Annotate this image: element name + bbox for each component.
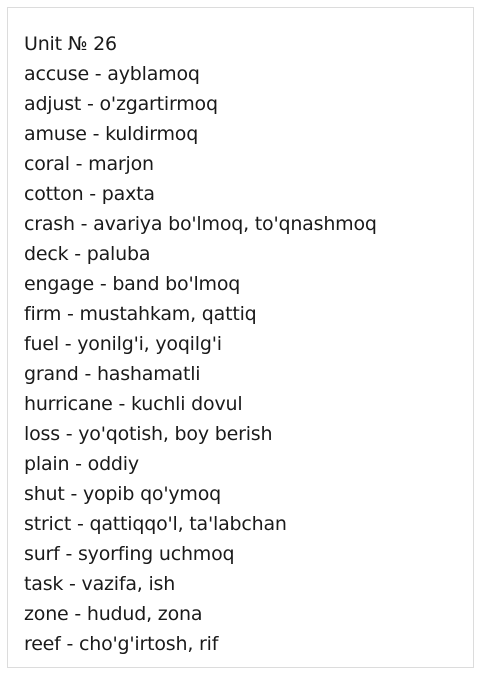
vocab-entry: plain - oddiy — [24, 453, 139, 475]
vocab-entry: crash - avariya bo'lmoq, to'qnashmoq — [24, 213, 377, 235]
unit-title: Unit № 26 — [24, 33, 117, 55]
vocab-entry: adjust - o'zgartirmoq — [24, 93, 218, 115]
vocab-entry: hurricane - kuchli dovul — [24, 393, 243, 415]
vocab-entry: strict - qattiqqo'l, ta'labchan — [24, 513, 287, 535]
vocab-entry: loss - yo'qotish, boy berish — [24, 423, 273, 445]
vocab-entry: deck - paluba — [24, 243, 151, 265]
vocab-entry: engage - band bo'lmoq — [24, 273, 241, 295]
vocab-entry: grand - hashamatli — [24, 363, 201, 385]
vocab-entry: task - vazifa, ish — [24, 573, 176, 595]
vocab-entry: cotton - paxta — [24, 183, 155, 205]
vocab-entry: shut - yopib qo'ymoq — [24, 483, 222, 505]
vocab-entry: zone - hudud, zona — [24, 603, 203, 625]
vocab-entry: coral - marjon — [24, 153, 154, 175]
vocab-entry: reef - cho'g'irtosh, rif — [24, 633, 219, 655]
vocab-entry: firm - mustahkam, qattiq — [24, 303, 257, 325]
vocab-entry: fuel - yonilg'i, yoqilg'i — [24, 333, 222, 355]
vocab-entry: accuse - ayblamoq — [24, 63, 200, 85]
vocabulary-card: Unit № 26 accuse - ayblamoq adjust - o'z… — [7, 7, 474, 668]
vocab-entry: surf - syorfing uchmoq — [24, 543, 235, 565]
vocab-entry: amuse - kuldirmoq — [24, 123, 199, 145]
vocabulary-list: Unit № 26 accuse - ayblamoq adjust - o'z… — [24, 29, 377, 659]
